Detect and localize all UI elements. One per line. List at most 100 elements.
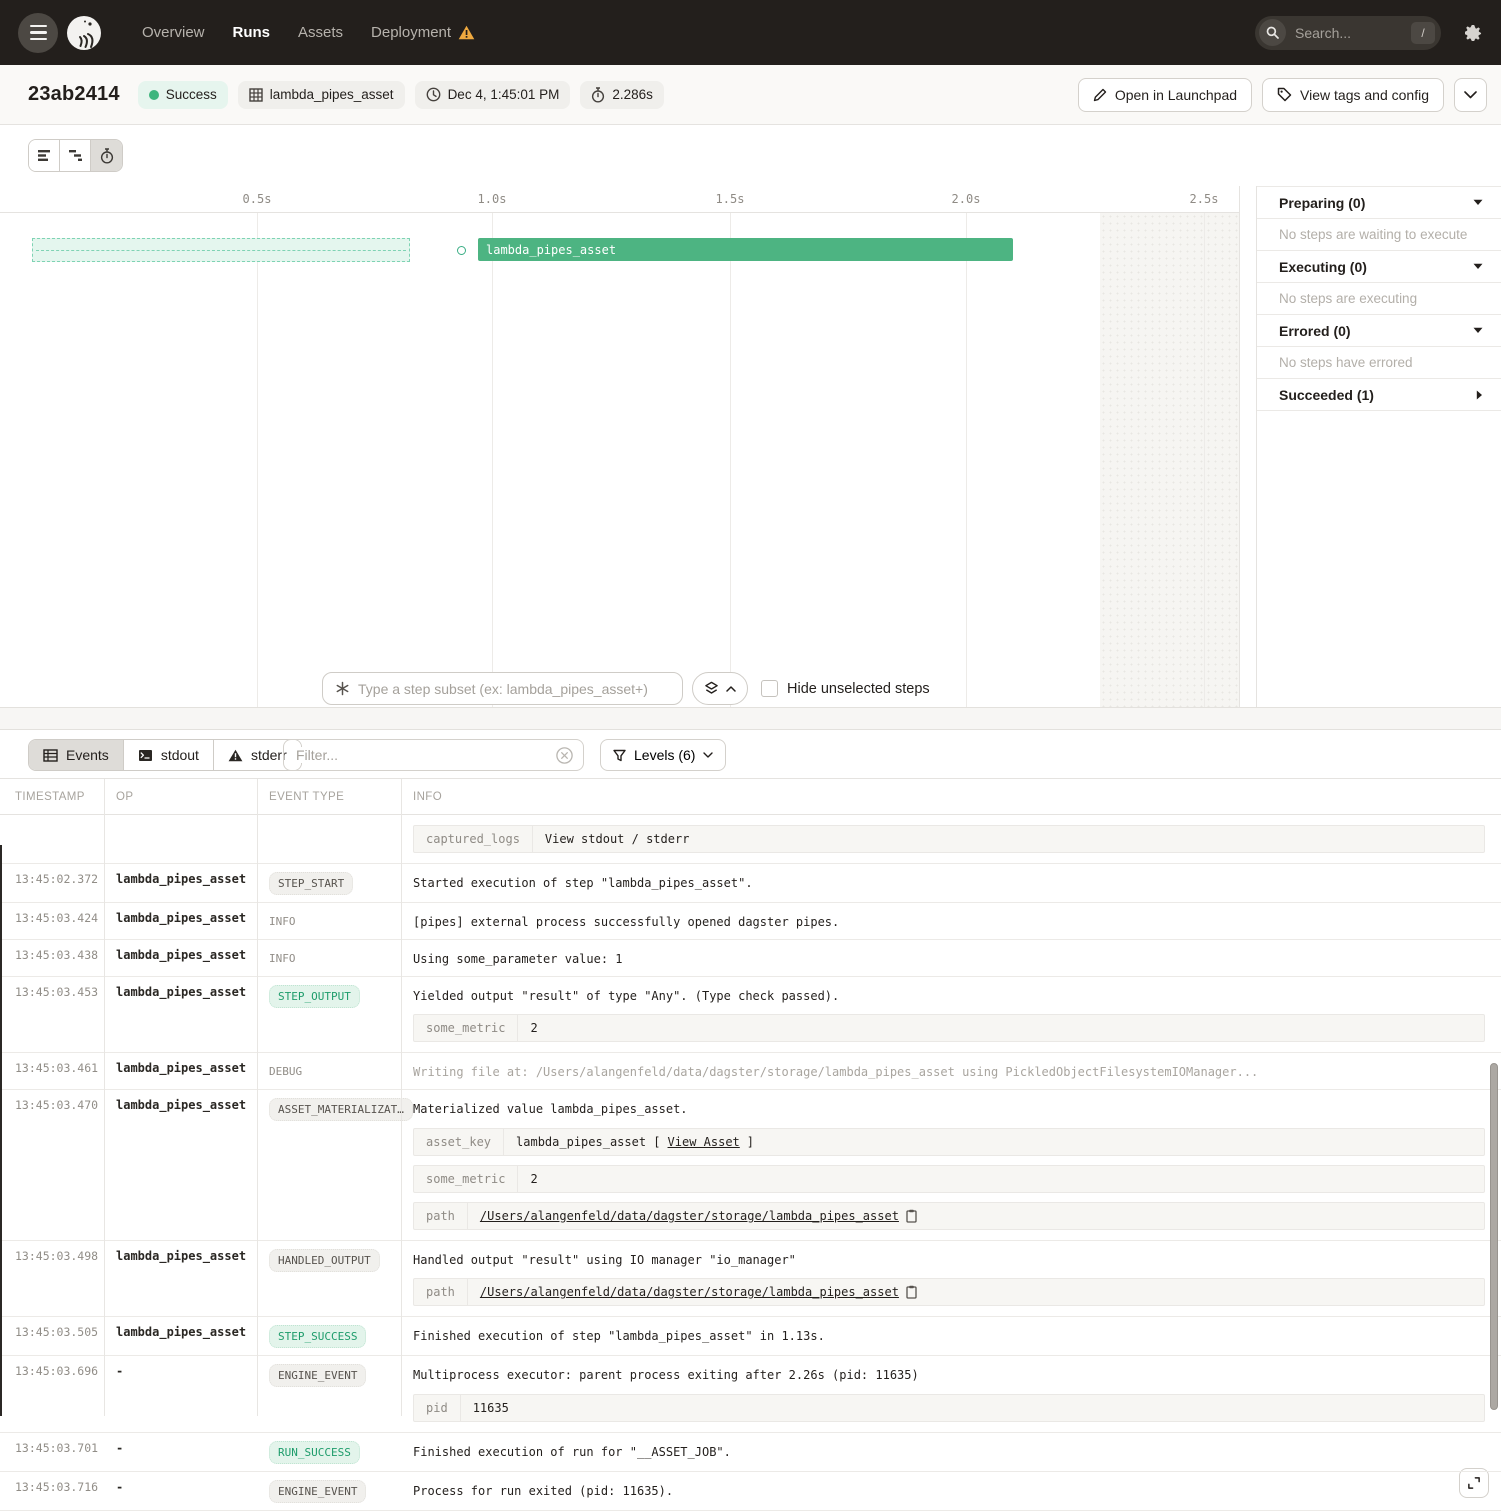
op-cell: lambda_pipes_asset [104,1241,257,1316]
metadata-chip: path/Users/alangenfeld/data/dagster/stor… [413,1202,1485,1230]
view-timing-icon[interactable] [91,140,122,171]
metadata-value: View stdout / stderr [533,826,702,852]
metadata-chip: pid11635 [413,1394,1485,1422]
metadata-value: 2 [518,1015,549,1041]
tab-stdout[interactable]: stdout [124,740,214,770]
metadata-key: captured_logs [414,826,533,852]
metadata-value: 2 [518,1166,549,1192]
metadata-chip: some_metric2 [413,1165,1485,1193]
log-row: 13:45:03.701-RUN_SUCCESSFinished executi… [0,1433,1501,1472]
panel-divider[interactable] [0,707,1501,730]
funnel-icon [613,749,626,762]
step-subset-input[interactable] [358,681,670,697]
metadata-key: some_metric [414,1015,518,1041]
event-type-cell: ENGINE_EVENT [257,1356,401,1431]
metadata-value: /Users/alangenfeld/data/dagster/storage/… [468,1203,929,1229]
dagster-logo-icon[interactable] [64,13,104,53]
section-preparing[interactable]: Preparing (0) [1257,186,1501,218]
event-type-badge: ASSET_MATERIALIZAT… [269,1098,413,1121]
caret-down-icon [1473,199,1483,206]
run-actions-chevron-button[interactable] [1454,78,1487,112]
axis-tick: 1.0s [478,192,507,206]
info-text: Writing file at: /Users/alangenfeld/data… [413,1061,1485,1081]
hide-unselected-checkbox[interactable] [761,680,778,697]
gantt-step-bar[interactable]: lambda_pipes_asset [478,238,1013,261]
log-tabs: Events stdout stderr [28,739,302,771]
section-executing[interactable]: Executing (0) [1257,250,1501,282]
open-in-launchpad-button[interactable]: Open in Launchpad [1078,78,1252,112]
nav-overview[interactable]: Overview [142,24,205,41]
step-status-panel: Preparing (0) No steps are waiting to ex… [1256,186,1501,707]
terminal-icon [138,749,153,762]
time-axis: 0.5s 1.0s 1.5s 2.0s 2.5s [0,186,1239,213]
run-id: 23ab2414 [28,83,120,106]
op-cell: lambda_pipes_asset [104,977,257,1052]
info-text: Materialized value lambda_pipes_asset. [413,1098,1485,1118]
view-tags-config-button[interactable]: View tags and config [1262,78,1444,112]
search-input[interactable]: Search... / [1255,16,1441,50]
nav-runs[interactable]: Runs [233,24,271,41]
status-badge: Success [138,81,228,109]
job-tag[interactable]: lambda_pipes_asset [238,81,405,109]
log-rows: captured_logsView stdout / stderr 13:45:0… [0,815,1501,1511]
timestamp-cell: 13:45:03.716 [0,1472,104,1510]
copy-icon[interactable] [906,1209,917,1223]
path-link[interactable]: /Users/alangenfeld/data/dagster/storage/… [480,1209,899,1223]
timestamp-cell: 13:45:03.505 [0,1317,104,1355]
copy-icon[interactable] [906,1285,917,1299]
run-header: 23ab2414 Success lambda_pipes_asset Dec … [0,65,1501,125]
path-link[interactable]: /Users/alangenfeld/data/dagster/storage/… [480,1285,899,1299]
nav-assets[interactable]: Assets [298,24,343,41]
section-errored[interactable]: Errored (0) [1257,314,1501,346]
log-row: 13:45:03.505lambda_pipes_assetSTEP_SUCCE… [0,1317,1501,1356]
timestamp-cell: 13:45:03.498 [0,1241,104,1316]
gear-icon[interactable] [1463,23,1483,43]
view-flat-icon[interactable] [29,140,60,171]
nav-deployment[interactable]: Deployment [371,24,475,41]
event-type-badge: ENGINE_EVENT [269,1364,366,1387]
timestamp-cell: 13:45:02.372 [0,864,104,902]
levels-filter-button[interactable]: Levels (6) [600,739,726,771]
col-timestamp: TIMESTAMP [0,791,104,803]
metadata-key: path [414,1279,468,1305]
info-cell: Writing file at: /Users/alangenfeld/data… [401,1053,1501,1089]
job-grid-icon [249,88,263,102]
view-asset-link[interactable]: View Asset [668,1135,740,1149]
log-filter-inputbox[interactable] [283,739,584,771]
hide-unselected-control: Hide unselected steps [761,680,930,697]
info-text: [pipes] external process successfully op… [413,911,1485,931]
col-event-type: EVENT TYPE [257,791,401,803]
info-cell: Yielded output "result" of type "Any". (… [401,977,1501,1052]
gantt-panel: 0.5s 1.0s 1.5s 2.0s 2.5s lambda_pipes_as… [0,186,1501,707]
event-type-badge: STEP_START [269,872,353,895]
timestamp-cell: 13:45:03.424 [0,903,104,939]
timestamp-cell: 13:45:03.701 [0,1433,104,1471]
error-triangle-icon [228,749,243,762]
menu-icon[interactable] [18,13,58,53]
log-filter-input[interactable] [296,747,556,763]
log-row: 13:45:03.470lambda_pipes_assetASSET_MATE… [0,1090,1501,1240]
log-row: 13:45:02.372lambda_pipes_assetSTEP_START… [0,864,1501,903]
event-type-cell: INFO [257,903,401,939]
log-row: 13:45:03.498lambda_pipes_assetHANDLED_OU… [0,1241,1501,1317]
caret-down-icon [1473,263,1483,270]
section-succeeded[interactable]: Succeeded (1) [1257,378,1501,410]
event-type-badge: STEP_OUTPUT [269,985,360,1008]
op-cell: lambda_pipes_asset [104,940,257,976]
tab-events[interactable]: Events [29,740,124,770]
view-waterfall-icon[interactable] [60,140,91,171]
section-executing-empty: No steps are executing [1257,282,1501,314]
col-info: INFO [401,791,454,803]
op-cell: - [104,1472,257,1510]
metadata-key: path [414,1203,468,1229]
pencil-icon [1093,88,1107,102]
layers-icon [704,681,719,696]
info-cell: Using some_parameter value: 1 [401,940,1501,976]
step-query-options-button[interactable] [692,672,748,705]
gantt-view-toggle [28,139,123,172]
clear-filter-icon[interactable] [556,747,573,764]
start-time-tag: Dec 4, 1:45:01 PM [415,81,571,109]
step-subset-inputbox[interactable] [322,672,683,705]
gantt-chart: 0.5s 1.0s 1.5s 2.0s 2.5s lambda_pipes_as… [0,186,1240,707]
log-scrollbar[interactable] [1490,1063,1498,1410]
